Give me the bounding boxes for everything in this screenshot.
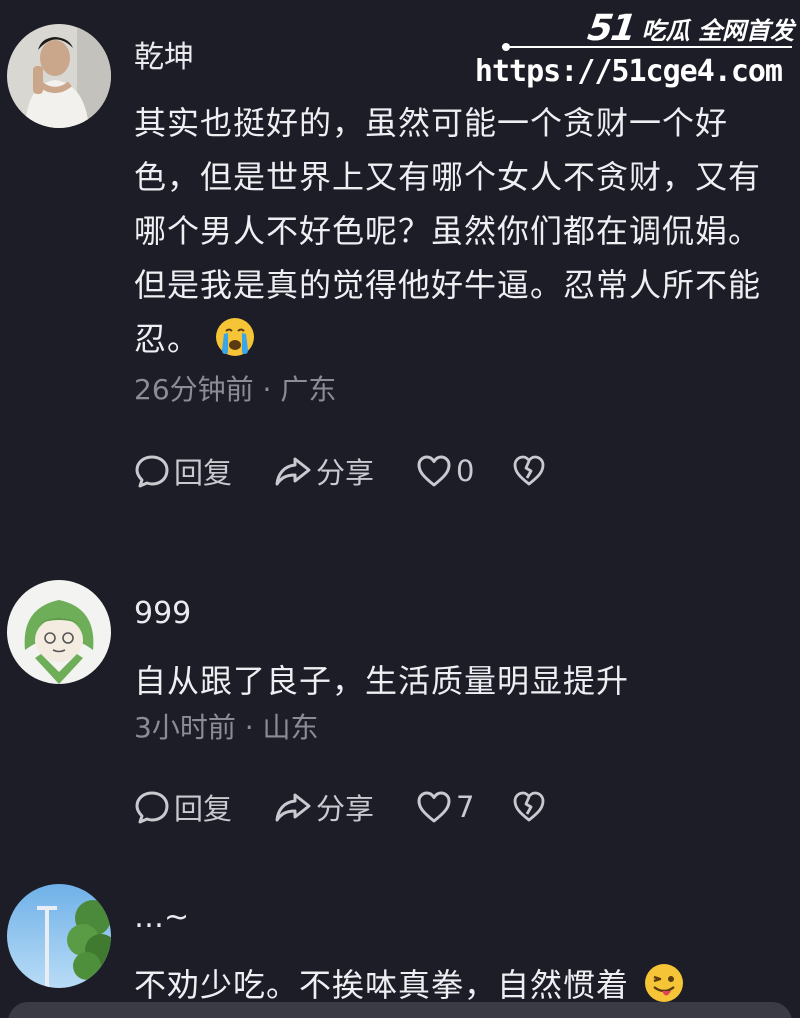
comment-actions: 回复 分享 0 xyxy=(134,446,780,496)
like-count: 7 xyxy=(456,790,475,824)
winking-tongue-emoji-icon xyxy=(645,964,684,1002)
share-arrow-icon xyxy=(275,457,311,486)
comment-text: 其实也挺好的，虽然可能一个贪财一个好 色，但是世界上又有哪个女人不贪财，又有 哪… xyxy=(134,96,780,366)
share-arrow-icon xyxy=(275,793,311,822)
comment-line-last: 忍。 xyxy=(134,312,780,366)
dislike-button[interactable] xyxy=(512,454,546,488)
comment-content: 999 自从跟了良子，生活质量明显提升 3小时前 · 山东 回复 分享 7 xyxy=(134,594,780,832)
dislike-button[interactable] xyxy=(512,790,546,824)
comment-line: 但是我是真的觉得他好牛逼。忍常人所不能 xyxy=(134,266,762,304)
avatar-photo-person-icon xyxy=(7,24,111,128)
comment-line: 不劝少吃。不挨呠真拳，自然惯着 xyxy=(134,966,630,1004)
avatar-cartoon-green-hood-icon xyxy=(7,580,111,684)
comment-content: 乾坤 其实也挺好的，虽然可能一个贪财一个好 色，但是世界上又有哪个女人不贪财，又… xyxy=(134,38,780,496)
avatar[interactable] xyxy=(7,24,111,128)
heart-icon xyxy=(417,455,451,487)
watermark-number: 51 xyxy=(584,8,637,49)
heart-icon xyxy=(417,791,451,823)
share-button[interactable]: 分享 xyxy=(274,786,416,828)
comment-bubble-icon xyxy=(135,791,169,824)
watermark-logo: 51 吃瓜 全网首发 xyxy=(584,8,794,49)
share-button[interactable]: 分享 xyxy=(274,450,416,492)
comment-item: 999 自从跟了良子，生活质量明显提升 3小时前 · 山东 回复 分享 7 xyxy=(0,580,800,850)
watermark-brand: 吃瓜 全网首发 xyxy=(641,17,794,45)
avatar[interactable] xyxy=(7,884,111,988)
bottom-input-bar[interactable] xyxy=(8,1002,792,1018)
comment-content: …~ 不劝少吃。不挨呠真拳，自然惯着 xyxy=(134,898,780,1012)
comment-text: 自从跟了良子，生活质量明显提升 xyxy=(134,654,780,708)
broken-heart-icon xyxy=(513,791,545,822)
reply-button[interactable]: 回复 xyxy=(134,786,274,828)
comment-line: 忍。 xyxy=(134,320,201,358)
avatar-photo-sky-tree-icon xyxy=(7,884,111,988)
reply-button[interactable]: 回复 xyxy=(134,450,274,492)
comment-bubble-icon xyxy=(135,455,169,488)
like-count: 0 xyxy=(456,454,475,488)
comment-actions: 回复 分享 7 xyxy=(134,782,780,832)
broken-heart-icon xyxy=(513,455,545,486)
like-button[interactable]: 0 xyxy=(416,454,512,488)
comment-line: 色，但是世界上又有哪个女人不贪财，又有 xyxy=(134,158,762,196)
like-button[interactable]: 7 xyxy=(416,790,512,824)
watermark-divider xyxy=(502,43,792,51)
share-label: 分享 xyxy=(316,792,375,826)
comment-item: 乾坤 其实也挺好的，虽然可能一个贪财一个好 色，但是世界上又有哪个女人不贪财，又… xyxy=(0,24,800,564)
reply-label: 回复 xyxy=(174,456,233,490)
comment-meta: 26分钟前 · 广东 xyxy=(134,373,337,406)
username[interactable]: 999 xyxy=(134,594,780,634)
watermark: 51 吃瓜 全网首发 https://51cge4.com xyxy=(475,0,800,105)
comment-meta: 3小时前 · 山东 xyxy=(134,711,319,744)
share-label: 分享 xyxy=(316,456,375,490)
username[interactable]: …~ xyxy=(134,898,780,938)
crying-face-emoji-icon xyxy=(216,318,255,356)
watermark-url: https://51cge4.com xyxy=(474,54,783,89)
avatar[interactable] xyxy=(7,580,111,684)
comment-line: 哪个男人不好色呢？虽然你们都在调侃娟。 xyxy=(134,212,762,250)
comment-item: …~ 不劝少吃。不挨呠真拳，自然惯着 xyxy=(0,884,800,1018)
reply-label: 回复 xyxy=(174,792,233,826)
comment-feed: 51 吃瓜 全网首发 https://51cge4.com 乾坤 其实也挺好的，… xyxy=(0,0,800,1018)
comment-line: 自从跟了良子，生活质量明显提升 xyxy=(134,662,630,700)
